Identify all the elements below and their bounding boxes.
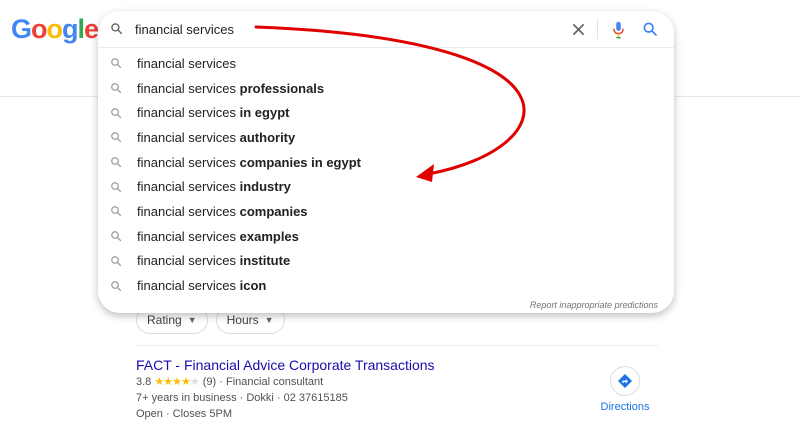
directions-button[interactable]: Directions (596, 366, 654, 413)
suggestion-base: financial services (137, 55, 236, 71)
suggestion-item[interactable]: financial services icon (98, 273, 674, 298)
suggestion-base: financial services (137, 203, 236, 219)
suggestion-item[interactable]: financial services (98, 51, 674, 76)
search-icon (110, 22, 123, 40)
suggestion-completion: icon (239, 278, 267, 294)
search-icon (110, 230, 124, 242)
suggestion-completion: industry (239, 179, 291, 195)
directions-label: Directions (600, 401, 650, 413)
business-category: Financial consultant (226, 376, 324, 388)
suggestion-completion: authority (239, 129, 296, 145)
search-icon (643, 22, 657, 36)
search-icon (110, 255, 124, 267)
search-icon (110, 205, 124, 217)
directions-icon (610, 366, 640, 396)
result-divider (136, 345, 658, 346)
suggestion-item[interactable]: financial services in egypt (98, 100, 674, 125)
suggestion-item[interactable]: financial services professionals (98, 76, 674, 101)
search-submit-button[interactable] (640, 19, 660, 39)
review-count[interactable]: (9) (203, 376, 216, 388)
suggestion-base: financial services (137, 253, 236, 269)
suggestion-item[interactable]: financial services industry (98, 174, 674, 199)
suggestion-base: financial services (137, 228, 236, 244)
voice-search-button[interactable] (608, 19, 628, 41)
search-input[interactable] (135, 19, 555, 39)
search-icon (110, 156, 124, 168)
chip-label: Hours (226, 313, 259, 327)
search-icon (110, 107, 124, 119)
suggestion-completion: professionals (239, 80, 325, 96)
suggestion-item[interactable]: financial services companies (98, 199, 674, 224)
suggestion-item[interactable]: financial services companies in egypt (98, 150, 674, 175)
caret-down-icon: ▼ (187, 315, 197, 325)
suggestion-base: financial services (137, 80, 236, 96)
suggestion-base: financial services (137, 105, 236, 121)
caret-down-icon: ▼ (264, 315, 274, 325)
search-icon (110, 82, 124, 94)
suggestion-item[interactable]: financial services examples (98, 224, 674, 249)
chip-label: Rating (147, 313, 182, 327)
suggestion-base: financial services (137, 179, 236, 195)
close-icon (572, 23, 584, 35)
toolbar-separator (597, 19, 598, 39)
suggestion-item[interactable]: financial services authority (98, 125, 674, 150)
rating-value: 3.8 (136, 376, 152, 388)
suggestions-list: financial services financial services pr… (98, 51, 674, 298)
local-business-result: FACT - Financial Advice Corporate Transa… (136, 357, 656, 422)
star-empty-icon: ★ (189, 376, 200, 388)
business-name-link[interactable]: FACT - Financial Advice Corporate Transa… (136, 357, 656, 374)
suggestion-completion: companies in egypt (239, 154, 361, 170)
star-rating-icon: ★★★★ (154, 376, 190, 388)
business-info: 7+ years in business · Dokki · 02 376151… (136, 392, 348, 404)
panel-divider (98, 47, 674, 48)
search-icon (110, 181, 124, 193)
search-icon (110, 280, 124, 292)
report-predictions-link[interactable]: Report inappropriate predictions (530, 300, 658, 310)
suggestion-base: financial services (137, 129, 236, 145)
search-autocomplete-panel: financial services financial services pr… (98, 11, 674, 313)
google-logo[interactable]: Google (11, 14, 99, 45)
search-icon (110, 131, 124, 143)
suggestion-completion: companies (239, 203, 308, 219)
suggestion-base: financial services (137, 278, 236, 294)
business-rating-line: 3.8 ★★★★★ (9) · Financial consultant (136, 376, 324, 388)
suggestion-base: financial services (137, 154, 236, 170)
suggestion-item[interactable]: financial services institute (98, 249, 674, 274)
search-icon (110, 57, 124, 69)
suggestion-completion: examples (239, 228, 299, 244)
clear-search-button[interactable] (569, 20, 587, 38)
suggestion-completion: institute (239, 253, 291, 269)
microphone-icon (612, 21, 624, 39)
suggestion-completion: in egypt (239, 105, 290, 121)
